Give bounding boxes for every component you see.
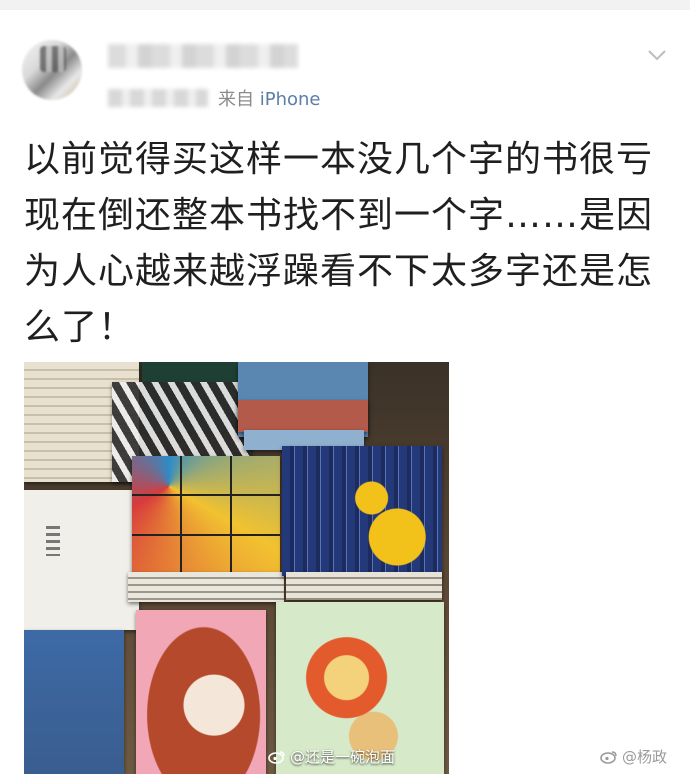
book-grid-cover [132, 456, 280, 576]
source-prefix: 来自 [218, 89, 254, 110]
book-girl-cover [136, 610, 266, 774]
photo-watermark: @还是一碗泡面 [268, 746, 395, 767]
page-watermark: @杨政 [600, 746, 667, 767]
timestamp-blurred [108, 89, 208, 107]
watermark-text: @还是一碗泡面 [290, 748, 396, 766]
book-grid-stack [128, 572, 284, 602]
source-app-link[interactable]: iPhone [260, 89, 321, 110]
avatar[interactable] [22, 40, 82, 100]
top-gap-bar [0, 0, 690, 10]
chevron-down-icon[interactable] [646, 44, 668, 66]
book-duck-stack [286, 572, 442, 600]
book-duck-cover [282, 446, 442, 576]
username-blurred[interactable] [108, 44, 298, 68]
book-white [24, 490, 139, 630]
book-blue-left [24, 630, 124, 774]
post-photo[interactable] [24, 362, 449, 774]
weibo-logo-icon [600, 750, 618, 764]
book-red [238, 400, 368, 432]
post-source: 来自 iPhone [218, 85, 321, 111]
page-watermark-text: @杨政 [622, 748, 668, 766]
post-body-text: 以前觉得买这样一本没几个字的书很亏 现在倒还整本书找不到一个字……是因为人心越来… [24, 139, 654, 348]
post-meta: 来自 iPhone [108, 86, 321, 110]
book-white-title-marks [46, 526, 60, 556]
weibo-logo-icon [268, 750, 286, 764]
